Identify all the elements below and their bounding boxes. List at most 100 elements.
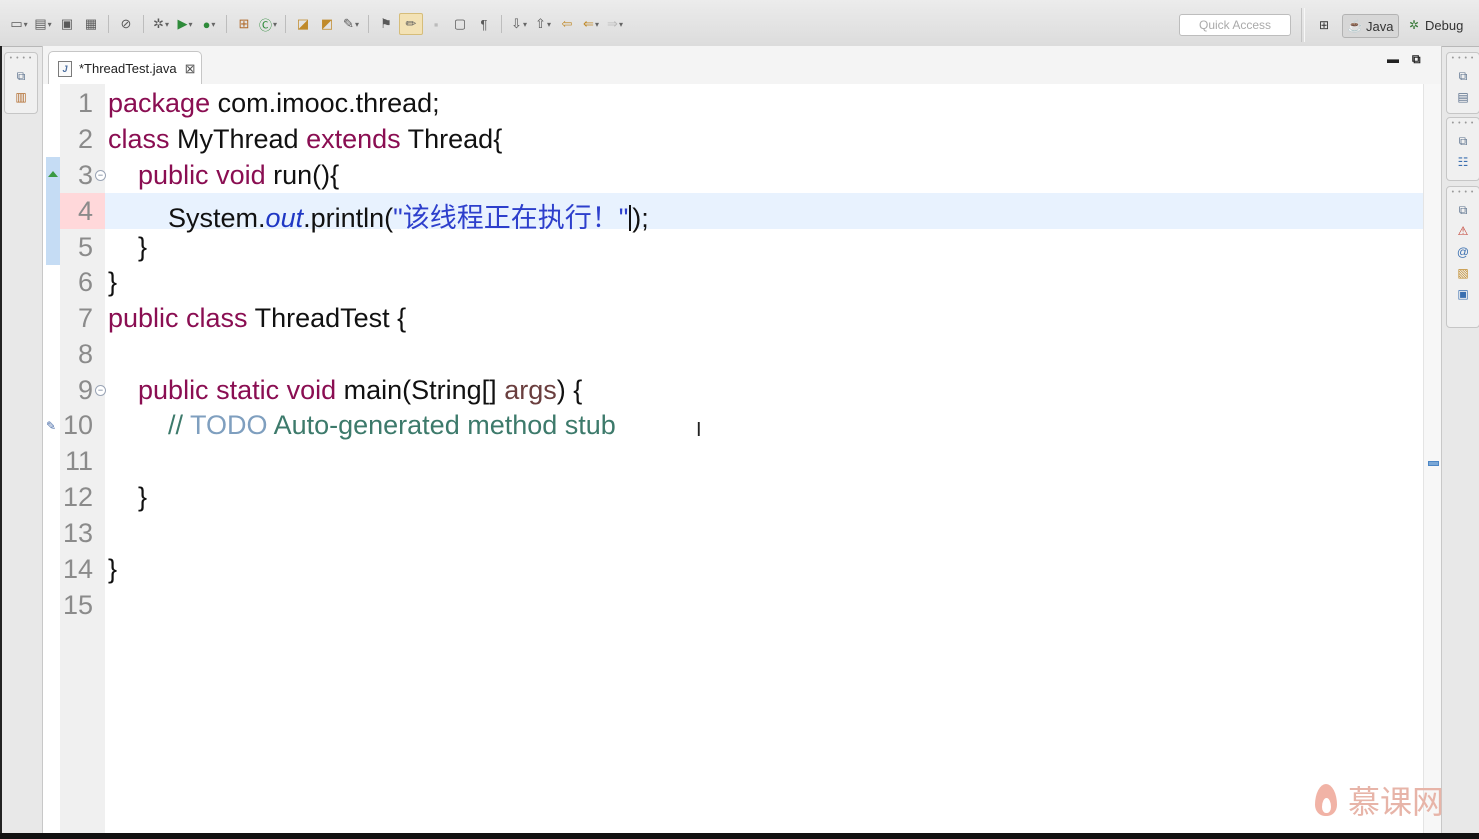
- new-icon[interactable]: ▭: [8, 14, 30, 34]
- previous-annotation-icon[interactable]: ⇧: [532, 14, 554, 34]
- open-type-icon[interactable]: ◪: [292, 14, 314, 34]
- fold-toggle-icon[interactable]: −: [95, 170, 106, 181]
- keyword: extends: [306, 124, 401, 154]
- fold-toggle-icon[interactable]: −: [95, 385, 106, 396]
- code-text: Thread{: [400, 124, 503, 154]
- minimize-icon[interactable]: ▬: [1387, 52, 1399, 66]
- override-indicator-icon[interactable]: [48, 171, 58, 177]
- right-trim-stack-2: • • • • ⧉ ☷: [1446, 117, 1479, 181]
- restore-icon[interactable]: ⧉: [1455, 68, 1471, 84]
- code-text: .println(: [303, 203, 394, 233]
- code-line-4: System.out.println("该线程正在执行！");: [108, 196, 649, 235]
- java-perspective-icon: ☕: [1347, 19, 1363, 33]
- console-icon[interactable]: ▣: [1455, 286, 1471, 302]
- debug-perspective-button[interactable]: ✲ Debug: [1407, 14, 1463, 36]
- code-line-1: package com.imooc.thread;: [108, 88, 440, 119]
- task-marker-icon[interactable]: ✎: [46, 419, 56, 433]
- trim-handle[interactable]: • • • •: [1447, 55, 1479, 63]
- trim-handle[interactable]: • • • •: [1447, 189, 1479, 197]
- javadoc-icon[interactable]: @: [1455, 244, 1471, 260]
- code-text: }: [108, 267, 118, 297]
- task-list-icon[interactable]: ▤: [1455, 89, 1471, 105]
- line-number: 11: [64, 446, 93, 476]
- flame-logo-icon: [1312, 780, 1340, 820]
- show-whitespace-icon[interactable]: ▢: [449, 14, 471, 34]
- toggle-block-selection-icon[interactable]: ▪: [425, 14, 447, 34]
- restore-icon[interactable]: ⧉: [1455, 133, 1471, 149]
- search-icon[interactable]: ✎: [340, 14, 362, 34]
- keyword: public void: [138, 160, 266, 190]
- trim-handle[interactable]: • • • •: [5, 55, 37, 63]
- line-number: 10: [63, 410, 94, 440]
- restore-icon[interactable]: ⧉: [1455, 202, 1471, 218]
- editor-tab-threadtest[interactable]: J *ThreadTest.java ⊠: [48, 51, 202, 85]
- toolbar-separator: [285, 15, 286, 33]
- new-wizard-icon[interactable]: ▤: [32, 14, 54, 34]
- forward-icon[interactable]: ⇒: [604, 14, 626, 34]
- string-literal: "该线程正在执行！": [393, 203, 629, 233]
- declaration-icon[interactable]: ▧: [1455, 265, 1471, 281]
- code-text: ThreadTest {: [247, 303, 407, 333]
- maximize-icon[interactable]: ⧉: [1412, 52, 1421, 67]
- code-line-7: public class ThreadTest {: [108, 303, 406, 334]
- line-number: 2: [77, 124, 93, 154]
- debug-icon[interactable]: ✲: [150, 14, 172, 34]
- java-perspective-button[interactable]: ☕ Java: [1342, 14, 1400, 38]
- line-number: 14: [63, 554, 94, 584]
- code-line-2: class MyThread extends Thread{: [108, 124, 502, 155]
- trim-handle[interactable]: • • • •: [1447, 120, 1479, 128]
- restore-icon[interactable]: ⧉: [13, 68, 29, 84]
- line-number: 12: [63, 482, 94, 512]
- skip-breakpoints-icon[interactable]: ⊘: [115, 14, 137, 34]
- editor-area: J *ThreadTest.java ⊠ ▬ ⧉ ✎ − − 1 2 3 4 5…: [42, 46, 1442, 833]
- code-text: MyThread: [169, 124, 307, 154]
- keyword: package: [108, 88, 211, 118]
- open-task-icon[interactable]: ◩: [316, 14, 338, 34]
- open-perspective-button[interactable]: ⊞: [1312, 14, 1336, 36]
- code-text: }: [108, 482, 148, 512]
- java-file-icon: J: [58, 60, 72, 77]
- next-annotation-icon[interactable]: ⇩: [508, 14, 530, 34]
- new-java-package-icon[interactable]: ⊞: [233, 14, 255, 34]
- code-line-5: }: [108, 232, 147, 263]
- line-number: 5: [77, 232, 93, 262]
- new-java-class-icon[interactable]: Ⓒ: [257, 14, 279, 34]
- quick-access-input[interactable]: Quick Access: [1179, 14, 1291, 36]
- watermark-text: 慕课网: [1348, 783, 1445, 821]
- parameter-name: args: [504, 375, 557, 405]
- outline-icon[interactable]: ☷: [1455, 154, 1471, 170]
- code-line-14: }: [108, 554, 117, 585]
- toggle-mark-occurrences-icon[interactable]: ✏: [399, 13, 423, 35]
- task-overview-marker[interactable]: [1428, 461, 1439, 466]
- toolbar-separator: [368, 15, 369, 33]
- save-icon[interactable]: ▣: [56, 14, 78, 34]
- close-icon[interactable]: ⊠: [185, 61, 196, 77]
- save-all-icon[interactable]: ▦: [80, 14, 102, 34]
- run-icon[interactable]: ▶: [174, 14, 196, 34]
- debug-perspective-label: Debug: [1425, 17, 1464, 33]
- toggle-annotation-icon[interactable]: ⚑: [375, 14, 397, 34]
- toolbar-separator: [143, 15, 144, 33]
- package-explorer-icon[interactable]: ▥: [13, 89, 29, 105]
- editor-tabstrip: J *ThreadTest.java ⊠ ▬ ⧉: [43, 46, 1441, 85]
- keyword: public class: [108, 303, 248, 333]
- problems-icon[interactable]: ⚠: [1455, 223, 1471, 239]
- code-text: ) {: [556, 375, 583, 405]
- pilcrow-icon[interactable]: ¶: [473, 14, 495, 34]
- run-last-tool-icon[interactable]: ●: [198, 14, 220, 34]
- back-icon[interactable]: ⇐: [580, 14, 602, 34]
- last-edit-location-icon[interactable]: ⇦: [556, 14, 578, 34]
- overview-ruler[interactable]: [1423, 84, 1441, 833]
- code-text: main(String[]: [336, 375, 505, 405]
- toolbar-separator: [501, 15, 502, 33]
- line-number: 13: [63, 518, 94, 548]
- right-trim-stack-1: • • • • ⧉ ▤: [1446, 52, 1479, 114]
- mouse-ibeam-cursor-icon: I: [696, 419, 702, 441]
- line-number: 3: [77, 160, 93, 190]
- comment: Auto-generated method stub: [267, 410, 616, 440]
- bottom-border: [0, 833, 1479, 839]
- line-number: 8: [77, 339, 93, 369]
- line-number: 15: [63, 590, 94, 620]
